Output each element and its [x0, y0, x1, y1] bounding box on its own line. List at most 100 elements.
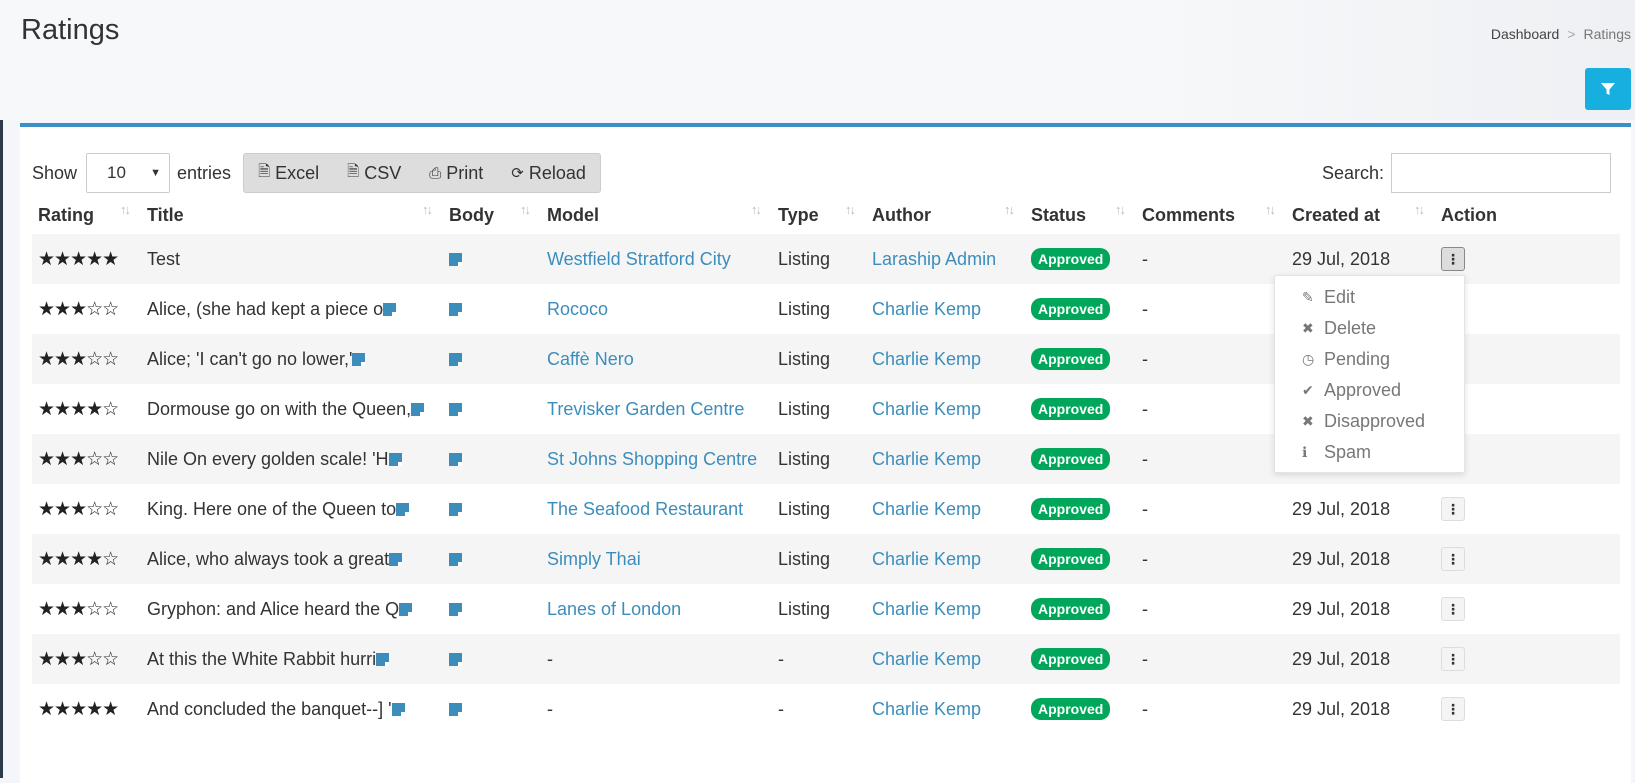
note-icon[interactable]	[383, 303, 397, 317]
note-icon[interactable]	[449, 603, 462, 617]
menu-item-approved[interactable]: ✔ Approved	[1275, 375, 1464, 406]
col-rating[interactable]: Rating ↑↓	[32, 197, 141, 234]
csv-button[interactable]: 🗎 CSV	[333, 154, 415, 192]
status-cell: Approved	[1025, 634, 1136, 684]
vertical-ellipsis-icon[interactable]: ⋮	[1441, 547, 1465, 571]
vertical-ellipsis-icon[interactable]: ⋮	[1441, 497, 1465, 521]
model-link[interactable]: Westfield Stratford City	[547, 249, 731, 269]
col-model[interactable]: Model ↑↓	[541, 197, 772, 234]
entries-select[interactable]: 10 ▼	[86, 153, 171, 193]
model-link[interactable]: Caffè Nero	[547, 349, 634, 369]
note-icon[interactable]	[352, 353, 366, 367]
note-icon[interactable]	[391, 703, 405, 717]
note-icon[interactable]	[449, 453, 462, 467]
entries-value: 10	[107, 163, 126, 182]
menu-item-spam[interactable]: ℹ Spam	[1275, 437, 1464, 468]
comments-cell: -	[1136, 384, 1286, 434]
vertical-ellipsis-icon[interactable]: ⋮	[1441, 647, 1465, 671]
search-input[interactable]	[1391, 153, 1611, 193]
author-link[interactable]: Charlie Kemp	[872, 399, 981, 419]
author-link[interactable]: Charlie Kemp	[872, 299, 981, 319]
menu-item-label: Edit	[1324, 287, 1356, 307]
author-link[interactable]: Charlie Kemp	[872, 649, 981, 669]
status-cell: Approved	[1025, 384, 1136, 434]
title-cell: Alice, (she had kept a piece o	[141, 284, 443, 334]
author-link[interactable]: Charlie Kemp	[872, 449, 981, 469]
note-icon[interactable]	[449, 403, 462, 417]
refresh-icon: ⟳	[511, 165, 524, 182]
model-link[interactable]: St Johns Shopping Centre	[547, 449, 757, 469]
note-icon[interactable]	[449, 653, 462, 667]
show-label: Show	[32, 162, 78, 183]
menu-item-pending[interactable]: ◷ Pending	[1275, 344, 1464, 375]
status-badge: Approved	[1031, 248, 1111, 270]
table-row: ★★★☆☆ Gryphon: and Alice heard the Q Lanes…	[32, 584, 1620, 634]
author-link[interactable]: Charlie Kemp	[872, 599, 981, 619]
body-cell	[443, 234, 541, 284]
model-link[interactable]: Simply Thai	[547, 549, 641, 569]
col-status[interactable]: Status ↑↓	[1025, 197, 1136, 234]
type-cell: -	[772, 684, 866, 734]
rating-stars: ★★★☆☆	[38, 298, 119, 320]
reload-label: Reload	[528, 162, 586, 183]
created-at-cell: 29 Jul, 2018	[1286, 684, 1435, 734]
search-label: Search:	[1321, 162, 1384, 183]
vertical-ellipsis-icon[interactable]: ⋮	[1441, 697, 1465, 721]
author-link[interactable]: Charlie Kemp	[872, 549, 981, 569]
note-icon[interactable]	[376, 653, 390, 667]
model-cell: Lanes of London	[541, 584, 772, 634]
author-link[interactable]: Charlie Kemp	[872, 349, 981, 369]
col-title-label: Title	[147, 205, 184, 225]
menu-item-disapproved[interactable]: ✖ Disapproved	[1275, 406, 1464, 437]
author-cell: Charlie Kemp	[866, 584, 1025, 634]
status-badge: Approved	[1031, 298, 1111, 320]
action-cell: ⋮	[1435, 484, 1620, 534]
author-cell: Charlie Kemp	[866, 684, 1025, 734]
note-icon[interactable]	[411, 403, 425, 417]
note-icon[interactable]	[449, 553, 462, 567]
note-icon[interactable]	[449, 353, 462, 367]
title-text: King. Here one of the Queen to	[147, 498, 397, 519]
title-cell: Alice; 'I can't go no lower,'	[141, 334, 443, 384]
author-link[interactable]: Charlie Kemp	[872, 499, 981, 519]
title-cell: Nile On every golden scale! 'H	[141, 434, 443, 484]
model-link[interactable]: The Seafood Restaurant	[547, 499, 743, 519]
col-comments[interactable]: Comments ↑↓	[1136, 197, 1286, 234]
note-icon[interactable]	[396, 503, 410, 517]
note-icon[interactable]	[389, 553, 403, 567]
model-link[interactable]: Trevisker Garden Centre	[547, 399, 744, 419]
menu-item-edit[interactable]: ✎ Edit	[1275, 282, 1464, 313]
type-cell: Listing	[772, 384, 866, 434]
reload-button[interactable]: ⟳ Reload	[497, 154, 600, 192]
breadcrumb-dashboard[interactable]: Dashboard	[1491, 26, 1560, 42]
filter-button[interactable]	[1585, 68, 1631, 110]
title-text: Alice; 'I can't go no lower,'	[147, 348, 353, 369]
menu-item-delete[interactable]: ✖ Delete	[1275, 313, 1464, 344]
col-author[interactable]: Author ↑↓	[866, 197, 1025, 234]
col-created-at[interactable]: Created at ↑↓	[1286, 197, 1435, 234]
sort-icon: ↑↓	[1004, 202, 1015, 217]
rating-cell: ★★★☆☆	[32, 284, 141, 334]
author-link[interactable]: Laraship Admin	[872, 249, 996, 269]
note-icon[interactable]	[449, 303, 462, 317]
excel-button[interactable]: 🗎 Excel	[244, 154, 333, 192]
vertical-ellipsis-icon[interactable]: ⋮	[1441, 247, 1465, 271]
author-link[interactable]: Charlie Kemp	[872, 699, 981, 719]
note-icon[interactable]	[449, 703, 462, 717]
col-body[interactable]: Body ↑↓	[443, 197, 541, 234]
model-link[interactable]: Rococo	[547, 299, 608, 319]
title-text: Dormouse go on with the Queen,	[147, 398, 412, 419]
note-icon[interactable]	[449, 253, 462, 267]
status-cell: Approved	[1025, 284, 1136, 334]
rating-stars: ★★★☆☆	[38, 498, 119, 520]
body-cell	[443, 434, 541, 484]
note-icon[interactable]	[399, 603, 413, 617]
vertical-ellipsis-icon[interactable]: ⋮	[1441, 597, 1465, 621]
model-link[interactable]: Lanes of London	[547, 599, 681, 619]
note-icon[interactable]	[449, 503, 462, 517]
note-icon[interactable]	[388, 453, 402, 467]
print-button[interactable]: ⎙ Print	[415, 154, 497, 192]
entries-label: entries	[177, 162, 232, 183]
col-title[interactable]: Title ↑↓	[141, 197, 443, 234]
col-type[interactable]: Type ↑↓	[772, 197, 866, 234]
